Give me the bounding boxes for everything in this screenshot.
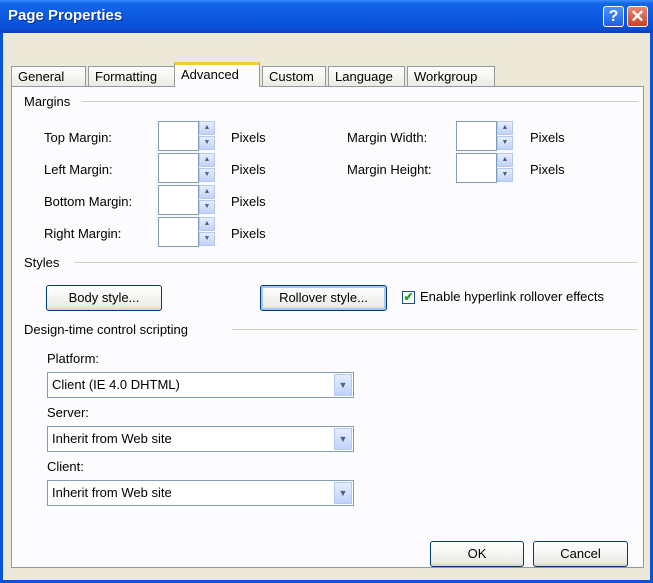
margin-height-unit: Pixels bbox=[530, 162, 565, 177]
right-margin-label: Right Margin: bbox=[44, 226, 122, 241]
rollover-style-button[interactable]: Rollover style... bbox=[260, 285, 387, 311]
left-margin-unit: Pixels bbox=[231, 162, 266, 177]
spin-down-icon[interactable]: ▼ bbox=[199, 168, 215, 182]
client-label: Client: bbox=[47, 459, 84, 474]
tab-advanced[interactable]: Advanced bbox=[174, 62, 260, 87]
margins-divider bbox=[82, 101, 638, 102]
server-select[interactable]: Inherit from Web site ▼ bbox=[47, 426, 354, 452]
close-button[interactable]: ✕ bbox=[627, 6, 648, 27]
right-margin-unit: Pixels bbox=[231, 226, 266, 241]
platform-value: Client (IE 4.0 DHTML) bbox=[52, 377, 180, 392]
body-style-button[interactable]: Body style... bbox=[46, 285, 162, 311]
left-margin-input[interactable] bbox=[158, 153, 199, 183]
cancel-button[interactable]: Cancel bbox=[533, 541, 628, 567]
dialog-body: General Formatting Advanced Custom Langu… bbox=[3, 33, 650, 580]
spin-up-icon[interactable]: ▲ bbox=[497, 121, 513, 135]
spin-down-icon[interactable]: ▼ bbox=[199, 232, 215, 246]
margin-height-spinner: ▲ ▼ bbox=[456, 153, 516, 183]
client-value: Inherit from Web site bbox=[52, 485, 172, 500]
top-margin-spinner: ▲ ▼ bbox=[158, 121, 218, 151]
right-margin-input[interactable] bbox=[158, 217, 199, 247]
margins-group-label: Margins bbox=[24, 94, 75, 109]
bottom-margin-label: Bottom Margin: bbox=[44, 194, 133, 209]
left-margin-label: Left Margin: bbox=[44, 162, 113, 177]
page-properties-dialog: Page Properties ? ✕ General Formatting A… bbox=[0, 0, 653, 583]
margin-width-spinner: ▲ ▼ bbox=[456, 121, 516, 151]
tab-custom[interactable]: Custom bbox=[262, 66, 326, 86]
platform-select[interactable]: Client (IE 4.0 DHTML) ▼ bbox=[47, 372, 354, 398]
bottom-margin-unit: Pixels bbox=[231, 194, 266, 209]
styles-group-label: Styles bbox=[24, 255, 64, 270]
platform-label: Platform: bbox=[47, 351, 100, 366]
spin-up-icon[interactable]: ▲ bbox=[199, 153, 215, 167]
tab-general[interactable]: General bbox=[11, 66, 86, 86]
top-margin-input[interactable] bbox=[158, 121, 199, 151]
bottom-margin-input[interactable] bbox=[158, 185, 199, 215]
margin-width-unit: Pixels bbox=[530, 130, 565, 145]
title-bar[interactable]: Page Properties ? ✕ bbox=[0, 0, 653, 33]
server-label: Server: bbox=[47, 405, 89, 420]
server-value: Inherit from Web site bbox=[52, 431, 172, 446]
rollover-effects-label: Enable hyperlink rollover effects bbox=[420, 289, 605, 304]
spin-up-icon[interactable]: ▲ bbox=[199, 217, 215, 231]
margin-height-label: Margin Height: bbox=[347, 162, 432, 177]
chevron-down-icon[interactable]: ▼ bbox=[334, 428, 352, 450]
margin-width-label: Margin Width: bbox=[347, 130, 428, 145]
margin-height-input[interactable] bbox=[456, 153, 497, 183]
tab-language[interactable]: Language bbox=[328, 66, 405, 86]
client-select[interactable]: Inherit from Web site ▼ bbox=[47, 480, 354, 506]
right-margin-spinner: ▲ ▼ bbox=[158, 217, 218, 247]
dialog-title: Page Properties bbox=[8, 7, 123, 24]
styles-divider bbox=[74, 262, 638, 263]
chevron-down-icon[interactable]: ▼ bbox=[334, 374, 352, 396]
scripting-group-label: Design-time control scripting bbox=[24, 322, 193, 337]
spin-down-icon[interactable]: ▼ bbox=[497, 168, 513, 182]
scripting-divider bbox=[232, 329, 638, 330]
spin-up-icon[interactable]: ▲ bbox=[497, 153, 513, 167]
advanced-tab-panel: Margins Top Margin: ▲ ▼ Pixels Left Margi… bbox=[11, 86, 644, 568]
spin-down-icon[interactable]: ▼ bbox=[497, 136, 513, 150]
spin-up-icon[interactable]: ▲ bbox=[199, 185, 215, 199]
ok-button[interactable]: OK bbox=[430, 541, 524, 567]
top-margin-label: Top Margin: bbox=[44, 130, 112, 145]
spin-down-icon[interactable]: ▼ bbox=[199, 136, 215, 150]
top-margin-unit: Pixels bbox=[231, 130, 266, 145]
margin-width-input[interactable] bbox=[456, 121, 497, 151]
tab-workgroup[interactable]: Workgroup bbox=[407, 66, 495, 86]
chevron-down-icon[interactable]: ▼ bbox=[334, 482, 352, 504]
help-button[interactable]: ? bbox=[603, 6, 624, 27]
bottom-margin-spinner: ▲ ▼ bbox=[158, 185, 218, 215]
tab-formatting[interactable]: Formatting bbox=[88, 66, 175, 86]
rollover-effects-checkbox[interactable]: ✔ bbox=[402, 291, 415, 304]
spin-up-icon[interactable]: ▲ bbox=[199, 121, 215, 135]
spin-down-icon[interactable]: ▼ bbox=[199, 200, 215, 214]
left-margin-spinner: ▲ ▼ bbox=[158, 153, 218, 183]
